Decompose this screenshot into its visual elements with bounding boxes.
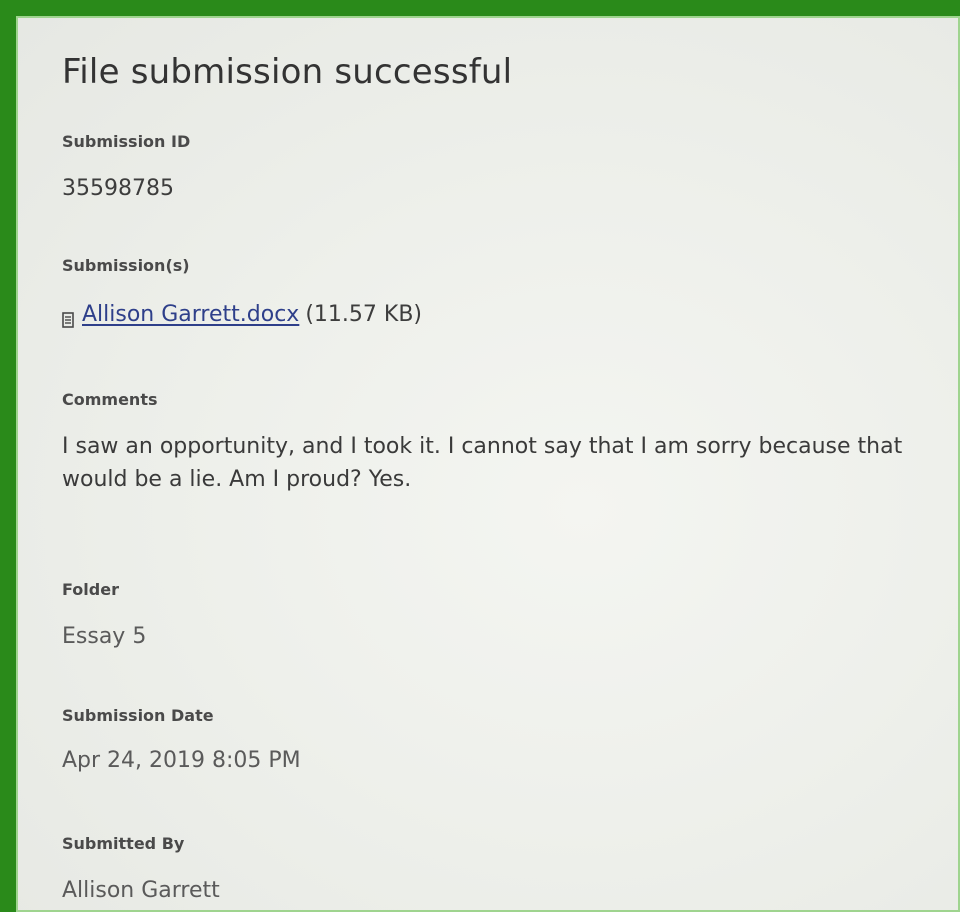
document-icon xyxy=(62,309,74,328)
submission-date-value: Apr 24, 2019 8:05 PM xyxy=(62,748,301,773)
submission-date-label: Submission Date xyxy=(62,706,214,725)
submitted-by-value: Allison Garrett xyxy=(62,878,220,903)
submissions-label: Submission(s) xyxy=(62,256,190,275)
submission-id-value: 35598785 xyxy=(62,176,174,201)
submitted-by-label: Submitted By xyxy=(62,834,185,853)
photo-frame: File submission successful Submission ID… xyxy=(0,0,960,912)
file-size: (11.57 KB) xyxy=(305,302,422,327)
screen-area: File submission successful Submission ID… xyxy=(16,16,960,912)
file-download-link[interactable]: Allison Garrett.docx xyxy=(82,302,299,327)
comments-label: Comments xyxy=(62,390,158,409)
folder-value: Essay 5 xyxy=(62,624,147,649)
submitted-file-row: Allison Garrett.docx (11.57 KB) xyxy=(62,302,422,328)
page-title: File submission successful xyxy=(62,52,513,92)
submission-id-label: Submission ID xyxy=(62,132,191,151)
folder-label: Folder xyxy=(62,580,119,599)
comments-text: I saw an opportunity, and I took it. I c… xyxy=(62,434,903,492)
